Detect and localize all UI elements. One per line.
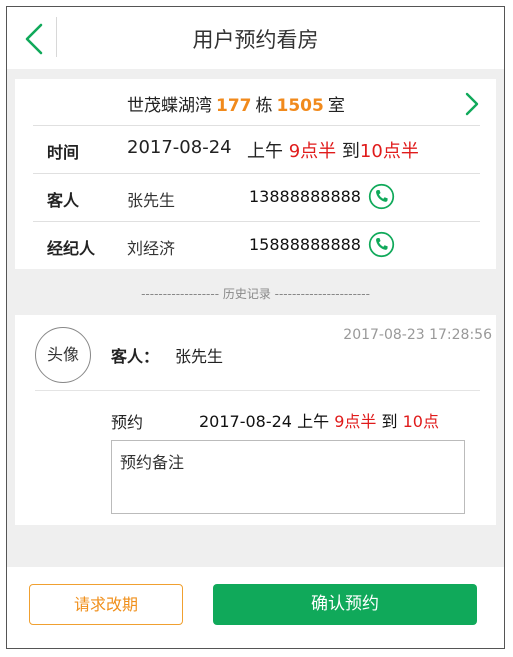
record-start: 9点半 (334, 412, 377, 431)
time-start: 9点半 (288, 141, 337, 162)
appointment-date: 2017-08-24 (127, 137, 232, 158)
agent-row: 经纪人 刘经济 15888888888 (15, 222, 496, 269)
time-row: 时间 2017-08-24 上午 9点半 到10点半 (15, 126, 496, 173)
record-appointment-time: 2017-08-24 上午 9点半 到 10点 (199, 408, 439, 432)
divider (35, 390, 480, 391)
address-row[interactable]: 世茂蝶湖湾 177 栋 1505 室 (15, 79, 496, 125)
record-guest-name: 张先生 (175, 347, 224, 366)
record-date: 2017-08-24 (199, 412, 292, 431)
guest-name: 张先生 (127, 191, 176, 210)
record-end: 10点 (402, 412, 439, 431)
history-record-card: 头像 客人： 张先生 2017-08-23 17:28:56 预约 2017-0… (15, 315, 496, 525)
time-to: 到 (341, 141, 360, 162)
record-timestamp: 2017-08-23 17:28:56 (343, 327, 492, 343)
agent-label: 经纪人 (47, 239, 96, 258)
time-period: 上午 (247, 141, 283, 162)
room-number: 1505 (276, 96, 324, 116)
agent-name: 刘经济 (127, 239, 176, 258)
guest-phone-number: 13888888888 (249, 187, 361, 206)
building-number: 177 (216, 96, 252, 116)
confirm-appointment-button[interactable]: 确认预约 (213, 584, 477, 625)
appointment-detail-card: 世茂蝶湖湾 177 栋 1505 室 时间 2017-08-24 上午 9点半 到10点… (15, 79, 496, 269)
request-reschedule-button[interactable]: 请求改期 (29, 584, 183, 625)
guest-phone-icon[interactable] (368, 183, 395, 210)
avatar: 头像 (35, 327, 91, 383)
room-unit: 室 (327, 96, 345, 116)
history-section-label: ------------------ 历史记录 ----------------… (141, 287, 370, 301)
agent-phone-icon[interactable] (368, 231, 395, 258)
address-text: 世茂蝶湖湾 177 栋 1505 室 (127, 91, 345, 116)
record-appointment-label: 预约 (111, 413, 144, 432)
header-bar: 用户预约看房 (7, 7, 504, 69)
agent-phone-number: 15888888888 (249, 235, 361, 254)
community-name: 世茂蝶湖湾 (127, 96, 212, 116)
footer-bar: 请求改期 确认预约 (7, 567, 504, 648)
time-label: 时间 (47, 143, 80, 162)
guest-row: 客人 张先生 13888888888 (15, 174, 496, 221)
record-to: 到 (381, 412, 398, 431)
building-unit: 栋 (255, 96, 273, 116)
app-frame: 用户预约看房 世茂蝶湖湾 177 栋 1505 室 时间 2017-08-24 上午 9… (6, 6, 505, 649)
chevron-right-icon[interactable] (462, 91, 482, 117)
appointment-note-field[interactable]: 预约备注 (111, 440, 465, 514)
appointment-time: 上午 9点半 到10点半 (247, 137, 419, 163)
time-end: 10点半 (359, 141, 419, 162)
guest-label: 客人 (47, 191, 80, 210)
record-guest-label: 客人： (111, 347, 160, 366)
record-period: 上午 (297, 412, 330, 431)
page-title: 用户预约看房 (192, 28, 319, 52)
